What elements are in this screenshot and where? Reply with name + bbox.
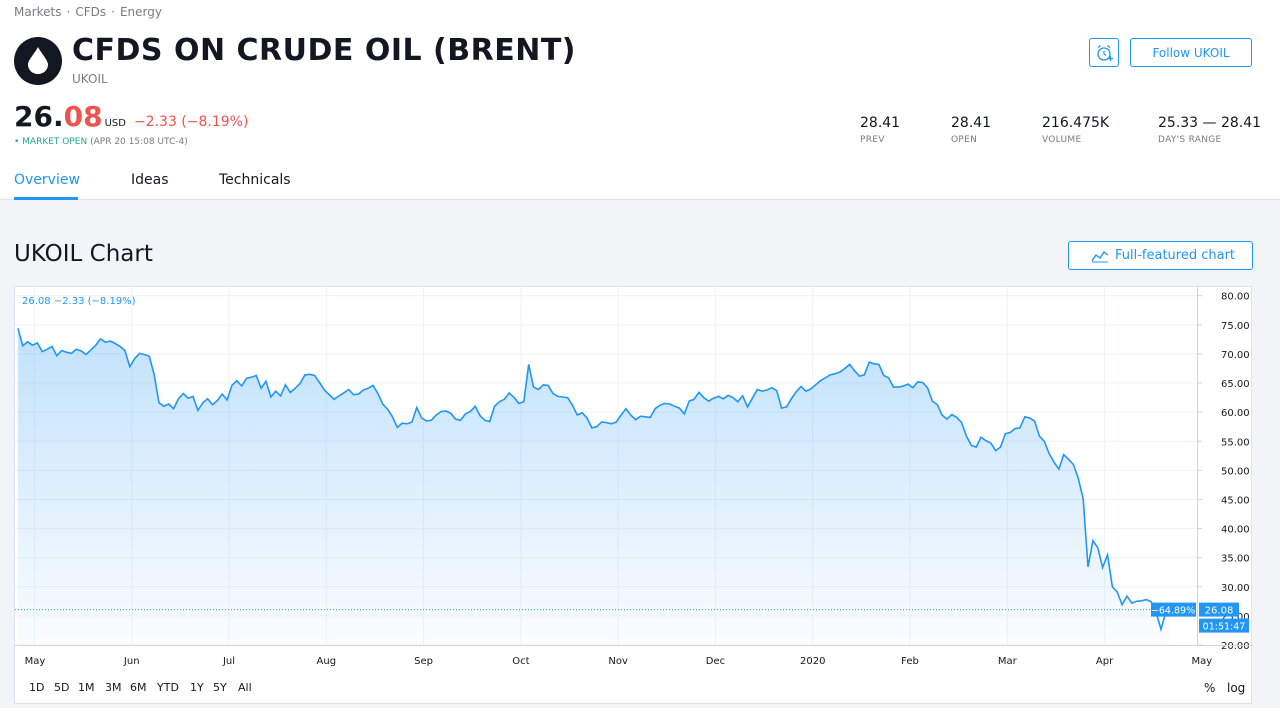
x-tick-label: Nov xyxy=(608,656,628,667)
y-tick-label: 60.00 xyxy=(1221,408,1250,419)
stat-value: 25.33 — 28.41 xyxy=(1158,115,1262,131)
oil-drop-logo xyxy=(14,37,62,85)
stat-value: 28.41 xyxy=(860,115,901,131)
range-1y[interactable]: 1Y xyxy=(190,681,204,694)
price-change: −2.33 (−8.19%) xyxy=(133,114,249,130)
y-tick-label: 70.00 xyxy=(1221,350,1250,361)
stat-value: 216.475K xyxy=(1042,115,1110,131)
x-tick-label: Dec xyxy=(706,656,725,667)
x-tick-label: Jul xyxy=(222,656,235,667)
price-display: 26.08 USD −2.33 (−8.19%) xyxy=(14,100,248,133)
market-status: • MARKET OPEN (APR 20 15:08 UTC-4) xyxy=(14,137,188,147)
stat-open: 28.41 OPEN xyxy=(951,115,991,145)
alarm-clock-icon xyxy=(1097,44,1113,61)
x-tick-label: May xyxy=(1192,656,1213,667)
range-5y[interactable]: 5Y xyxy=(213,681,227,694)
add-alert-button[interactable] xyxy=(1089,38,1119,67)
price-integer: 26. xyxy=(14,100,64,133)
breadcrumb-markets[interactable]: Markets xyxy=(14,5,62,19)
tab-technicals[interactable]: Technicals xyxy=(219,172,291,188)
y-tick-label: 55.00 xyxy=(1221,437,1250,448)
y-tick-label: 35.00 xyxy=(1221,554,1250,565)
page-title: CFDS ON CRUDE OIL (BRENT) xyxy=(72,33,577,68)
price-currency: USD xyxy=(104,118,126,129)
breadcrumb-separator: · xyxy=(111,5,115,19)
x-tick-label: Feb xyxy=(901,656,919,667)
chart-panel[interactable]: 80.00 75.00 70.00 65.00 60.00 55.00 50.00 45.00… xyxy=(14,286,1253,704)
countdown-badge-label: 01:51:47 xyxy=(1203,622,1246,633)
oil-drop-icon xyxy=(28,47,48,74)
y-tick-label: 50.00 xyxy=(1221,466,1250,477)
x-tick-label: Jun xyxy=(123,656,140,667)
stat-days-range: 25.33 — 28.41 DAY'S RANGE xyxy=(1158,115,1261,145)
range-1d[interactable]: 1D xyxy=(29,681,44,694)
active-tab-indicator xyxy=(14,197,78,200)
follow-button[interactable]: Follow UKOIL xyxy=(1130,38,1252,67)
chart-heading: UKOIL Chart xyxy=(14,241,153,267)
breadcrumb-cfds[interactable]: CFDs xyxy=(75,5,106,19)
y-tick-label: 65.00 xyxy=(1221,379,1250,390)
range-1m[interactable]: 1M xyxy=(78,681,95,694)
y-tick-label: 45.00 xyxy=(1221,495,1250,506)
range-5d[interactable]: 5D xyxy=(54,681,69,694)
y-tick-label: 40.00 xyxy=(1221,525,1250,536)
log-scale-toggle[interactable]: log xyxy=(1227,681,1245,695)
stat-label: OPEN xyxy=(951,135,978,145)
range-ytd[interactable]: YTD xyxy=(157,681,179,694)
breadcrumb-separator: · xyxy=(66,5,71,19)
price-area-fill xyxy=(17,328,1170,645)
symbol-header: Markets · CFDs · Energy CFDS ON CRUDE OIL (B… xyxy=(0,0,1280,200)
x-tick-label: Oct xyxy=(512,656,529,667)
x-tick-label: Sep xyxy=(414,656,433,667)
stat-volume: 216.475K VOLUME xyxy=(1042,115,1109,145)
stat-value: 28.41 xyxy=(951,115,992,131)
x-tick-label: Apr xyxy=(1096,656,1114,667)
chart-legend: 26.08 −2.33 (−8.19%) xyxy=(22,296,136,307)
percent-scale-toggle[interactable]: % xyxy=(1204,681,1215,695)
chart-line-icon xyxy=(1091,250,1109,263)
full-featured-chart-button[interactable]: Full-featured chart xyxy=(1068,241,1253,270)
x-tick-label: 2020 xyxy=(800,656,825,667)
market-open-dot: • xyxy=(14,137,23,147)
price-decimals: 08 xyxy=(63,100,103,133)
y-tick-label: 30.00 xyxy=(1221,583,1250,594)
range-3m[interactable]: 3M xyxy=(105,681,122,694)
y-tick-label: 20.00 xyxy=(1221,641,1250,652)
market-status-time: (APR 20 15:08 UTC-4) xyxy=(90,137,188,147)
x-tick-label: Aug xyxy=(317,656,337,667)
breadcrumb: Markets · CFDs · Energy xyxy=(14,5,162,19)
y-tick-label: 80.00 xyxy=(1221,292,1250,303)
range-all[interactable]: All xyxy=(238,681,252,694)
tab-overview[interactable]: Overview xyxy=(14,172,80,188)
stat-label: PREV xyxy=(860,135,885,145)
stat-label: VOLUME xyxy=(1042,135,1082,145)
last-price-badge-label: 26.08 xyxy=(1205,606,1234,617)
price-chart[interactable]: 80.00 75.00 70.00 65.00 60.00 55.00 50.00 45.00… xyxy=(15,287,1253,667)
stat-prev: 28.41 PREV xyxy=(860,115,900,145)
full-featured-chart-label: Full-featured chart xyxy=(1115,248,1236,263)
range-6m[interactable]: 6M xyxy=(130,681,147,694)
x-tick-label: May xyxy=(25,656,46,667)
stat-label: DAY'S RANGE xyxy=(1158,135,1222,145)
breadcrumb-energy[interactable]: Energy xyxy=(120,5,162,19)
ticker-symbol: UKOIL xyxy=(72,72,108,86)
tab-ideas[interactable]: Ideas xyxy=(131,172,169,188)
x-tick-label: Mar xyxy=(998,656,1018,667)
change-badge-label: −64.89% xyxy=(1151,606,1195,617)
y-tick-label: 75.00 xyxy=(1221,321,1250,332)
market-status-text: MARKET OPEN xyxy=(22,137,88,147)
